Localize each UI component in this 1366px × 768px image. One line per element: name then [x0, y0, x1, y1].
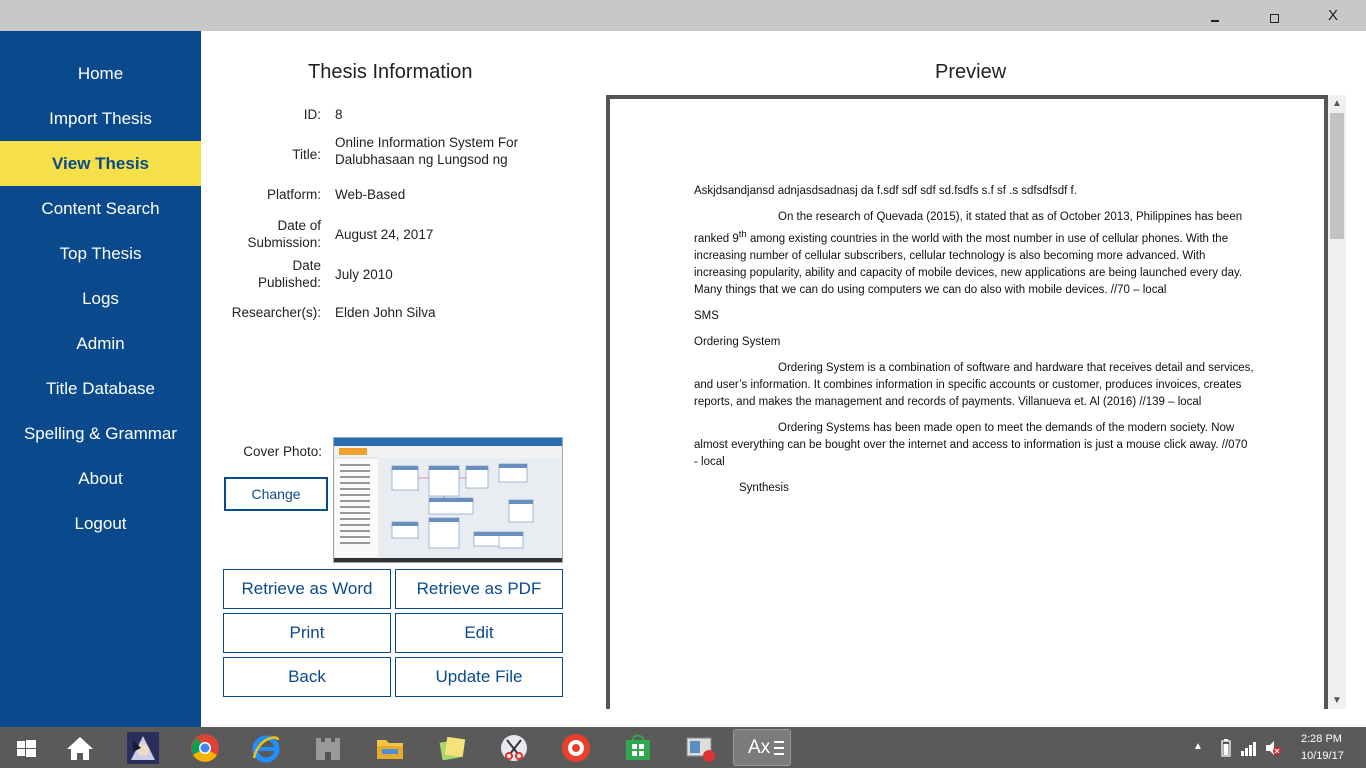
- change-cover-button[interactable]: Change: [224, 477, 328, 511]
- doc-paragraph: Ordering Systems has been made open to m…: [694, 421, 1248, 468]
- sidebar-item-home[interactable]: Home: [0, 51, 201, 96]
- title-value: Online Information System For Dalubhasaa…: [335, 135, 519, 167]
- clock-time: 2:28 PM: [1301, 733, 1342, 745]
- researchers-value: Elden John Silva: [335, 305, 436, 320]
- sidebar-item-about[interactable]: About: [0, 456, 201, 501]
- sidebar-item-spelling-grammar[interactable]: Spelling & Grammar: [0, 411, 201, 456]
- doc-paragraph: Synthesis: [739, 481, 789, 494]
- file-explorer-icon[interactable]: [372, 730, 408, 766]
- thesis-info-heading: Thesis Information: [308, 61, 473, 83]
- windows-store-icon[interactable]: [620, 730, 656, 766]
- title-label: Title:: [292, 147, 321, 162]
- anime-avatar-app-icon[interactable]: [125, 730, 161, 766]
- maximize-button[interactable]: [1251, 0, 1297, 31]
- doc-paragraph: Ordering System: [694, 335, 781, 348]
- doc-paragraph: SMS: [694, 309, 719, 322]
- scroll-down-arrow-icon[interactable]: ▼: [1328, 692, 1346, 709]
- scroll-thumb[interactable]: [1330, 113, 1344, 239]
- retrieve-word-button[interactable]: Retrieve as Word: [223, 569, 391, 609]
- sidebar-item-logout[interactable]: Logout: [0, 501, 201, 546]
- scroll-up-arrow-icon[interactable]: ▲: [1328, 95, 1346, 112]
- print-button[interactable]: Print: [223, 613, 391, 653]
- doc-paragraph: Askjdsandjansd adnjasdsadnasj da f.sdf s…: [694, 185, 1077, 197]
- doc-superscript: th: [738, 229, 747, 240]
- minimize-button[interactable]: [1192, 0, 1238, 31]
- cover-photo-image: [333, 437, 563, 563]
- published-label: Date Published:: [257, 258, 321, 290]
- volume-muted-icon[interactable]: [1264, 739, 1282, 757]
- sticky-notes-icon[interactable]: [434, 730, 470, 766]
- researchers-label: Researcher(s):: [231, 305, 321, 320]
- taskbar: Ax ▲ 2:28 PM 10/19/17: [0, 727, 1366, 768]
- retrieve-pdf-button[interactable]: Retrieve as PDF: [395, 569, 563, 609]
- published-value: July 2010: [335, 267, 393, 282]
- cover-photo-label: Cover Photo:: [243, 444, 322, 459]
- snipping-tool-icon[interactable]: [496, 730, 532, 766]
- network-icon[interactable]: [1240, 739, 1258, 757]
- close-button[interactable]: X: [1310, 0, 1356, 31]
- doc-text: among existing countries in the world wi…: [694, 232, 1243, 296]
- preview-scrollbar[interactable]: ▲ ▼: [1328, 95, 1346, 709]
- chrome-icon[interactable]: [187, 730, 223, 766]
- back-button[interactable]: Back: [223, 657, 391, 697]
- platform-label: Platform:: [266, 187, 321, 202]
- sidebar-nav: Home Import Thesis View Thesis Content S…: [0, 31, 201, 727]
- remote-desktop-icon[interactable]: [682, 730, 718, 766]
- doc-paragraph: Ordering System is a combination of soft…: [694, 361, 1254, 408]
- active-app-label: Ax: [748, 737, 771, 758]
- minimize-icon: [1211, 20, 1219, 22]
- castle-app-icon[interactable]: [310, 730, 346, 766]
- clock-date: 10/19/17: [1301, 750, 1344, 762]
- document-preview[interactable]: Askjdsandjansd adnjasdsadnasj da f.sdf s…: [606, 95, 1328, 709]
- active-app-icon[interactable]: Ax: [733, 729, 791, 766]
- sidebar-item-admin[interactable]: Admin: [0, 321, 201, 366]
- id-label: ID:: [303, 107, 321, 122]
- maximize-icon: [1270, 14, 1279, 23]
- battery-icon[interactable]: [1220, 739, 1232, 757]
- platform-value: Web-Based: [335, 187, 406, 202]
- document-content: Askjdsandjansd adnjasdsadnasj da f.sdf s…: [694, 183, 1254, 506]
- preview-heading: Preview: [935, 61, 1007, 83]
- window-title-bar: X: [0, 0, 1366, 31]
- submission-value: August 24, 2017: [335, 227, 434, 242]
- screen-recorder-icon[interactable]: [558, 730, 594, 766]
- home-icon[interactable]: [62, 730, 98, 766]
- update-file-button[interactable]: Update File: [395, 657, 563, 697]
- submission-label: Date of Submission:: [247, 218, 321, 250]
- id-value: 8: [335, 107, 343, 122]
- sidebar-item-title-database[interactable]: Title Database: [0, 366, 201, 411]
- doc-paragraph: On the research of Quevada (2015), it st…: [694, 209, 1254, 299]
- internet-explorer-icon[interactable]: [248, 730, 284, 766]
- windows-start-icon[interactable]: [8, 730, 44, 766]
- sidebar-item-top-thesis[interactable]: Top Thesis: [0, 231, 201, 276]
- edit-button[interactable]: Edit: [395, 613, 563, 653]
- tray-expand-icon[interactable]: ▲: [1193, 741, 1203, 752]
